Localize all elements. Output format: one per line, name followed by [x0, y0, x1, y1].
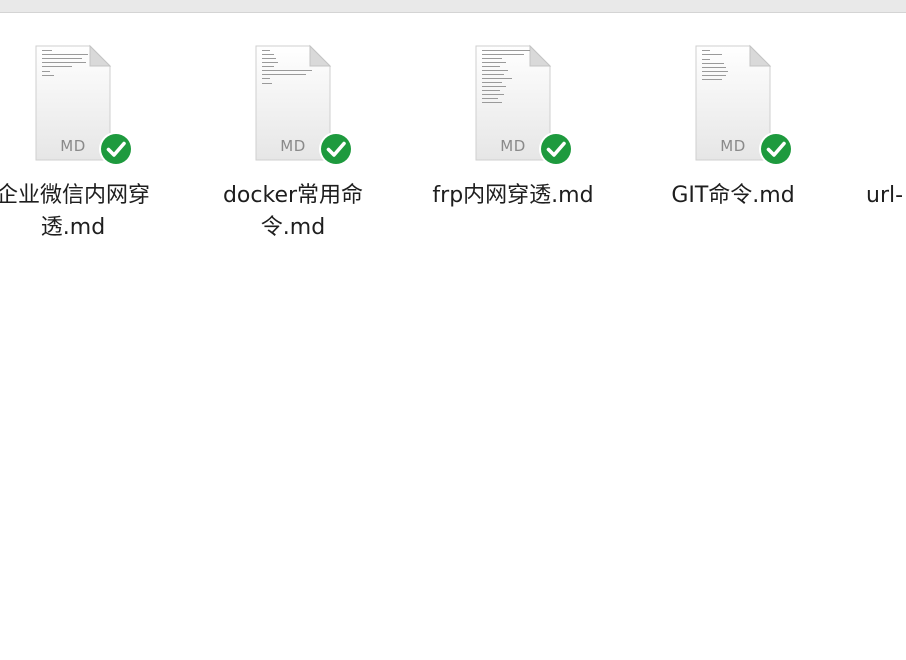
- file-name[interactable]: frp内网穿透.md: [428, 180, 598, 212]
- file-item[interactable]: MD docker常用命 令.md: [208, 40, 378, 250]
- markdown-file-icon[interactable]: MD: [474, 44, 573, 166]
- document-preview: [482, 50, 534, 120]
- file-name-line1: docker常用命: [222, 183, 364, 208]
- document-preview: [702, 50, 754, 120]
- document-preview: [42, 50, 94, 120]
- checkmark-circle-icon: [539, 132, 573, 166]
- file-name-line1: GIT命令.md: [671, 183, 795, 208]
- file-name-line1: 企业微信内网穿: [0, 183, 150, 208]
- finder-window: MD 企业微信内网穿 透.md MD docker常用命 令.md MD frp…: [0, 0, 906, 660]
- file-name-line2: 令.md: [260, 215, 326, 240]
- markdown-file-icon[interactable]: MD: [694, 44, 793, 166]
- toolbar-edge: [0, 0, 906, 13]
- file-name[interactable]: GIT命令.md: [648, 180, 818, 212]
- checkmark-circle-icon: [319, 132, 353, 166]
- file-name-line1: frp内网穿透.md: [432, 183, 594, 208]
- markdown-file-icon[interactable]: MD: [34, 44, 133, 166]
- file-item[interactable]: MD 企业微信内网穿 透.md: [0, 40, 158, 250]
- file-item[interactable]: MD GIT命令.md: [648, 40, 818, 250]
- file-name[interactable]: docker常用命 令.md: [208, 180, 378, 244]
- checkmark-circle-icon: [99, 132, 133, 166]
- file-item[interactable]: MD frp内网穿透.md: [428, 40, 598, 250]
- checkmark-circle-icon: [759, 132, 793, 166]
- markdown-file-icon[interactable]: MD: [254, 44, 353, 166]
- file-item[interactable]: url-: [828, 40, 906, 250]
- file-name-line2: 透.md: [40, 215, 106, 240]
- document-preview: [262, 50, 314, 120]
- file-name[interactable]: 企业微信内网穿 透.md: [0, 180, 158, 244]
- file-name[interactable]: url-: [866, 180, 906, 212]
